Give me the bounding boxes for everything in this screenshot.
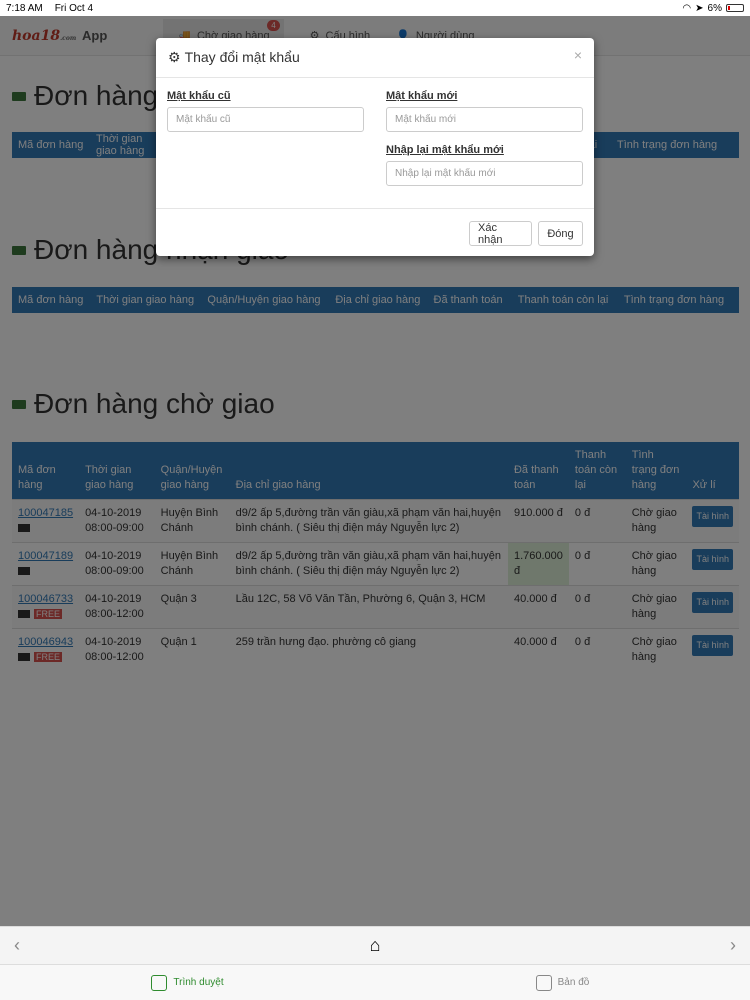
old-password-group: Mật khẩu cũ [167,90,364,132]
wifi-icon: ◠ [682,2,692,14]
tab-map-label: Bản đồ [557,977,590,988]
globe-icon [151,974,168,991]
change-password-modal: ⚙ Thay đổi mật khẩu × Mật khẩu cũ Mật khẩ… [156,38,594,256]
new-password-input[interactable] [386,107,583,132]
confirm-password-input[interactable] [386,161,583,186]
modal-footer: Xác nhận Đóng [156,208,594,256]
home-icon[interactable]: ⌂ [370,935,381,956]
status-right: ◠ ➤ 6% [682,3,744,14]
status-date: Fri Oct 4 [54,2,94,14]
tab-map[interactable]: Bản đồ [375,965,750,1000]
close-button[interactable]: Đóng [538,221,583,246]
back-icon[interactable]: ‹ [14,935,20,956]
bottom-tab-bar: Trình duyệt Bản đồ [0,964,750,1000]
modal-title-text: Thay đổi mật khẩu [184,49,300,65]
old-password-label: Mật khẩu cũ [167,90,231,102]
old-password-input[interactable] [167,107,364,132]
modal-body: Mật khẩu cũ Mật khẩu mới Nhập lại mật kh… [156,78,594,208]
confirm-password-group: Nhập lại mật khẩu mới [386,144,583,186]
new-password-label: Mật khẩu mới [386,90,458,102]
modal-title: ⚙ Thay đổi mật khẩu [168,49,300,66]
gear-icon: ⚙ [168,49,181,65]
tab-browser[interactable]: Trình duyệt [0,965,375,1000]
forward-icon[interactable]: › [730,935,736,956]
confirm-button[interactable]: Xác nhận [469,221,532,246]
battery-percent: 6% [707,2,722,14]
location-icon: ➤ [695,2,704,14]
battery-icon [726,4,744,12]
tab-browser-label: Trình duyệt [173,977,224,988]
map-icon [535,974,552,991]
browser-toolbar: ‹ ⌂ › [0,926,750,964]
status-time: 7:18 AM [6,2,43,14]
new-password-group: Mật khẩu mới [386,90,583,132]
modal-header: ⚙ Thay đổi mật khẩu × [156,38,594,78]
confirm-password-label: Nhập lại mật khẩu mới [386,144,504,156]
status-bar: 7:18 AM Fri Oct 4 ◠ ➤ 6% [0,0,750,16]
close-icon[interactable]: × [574,47,582,63]
